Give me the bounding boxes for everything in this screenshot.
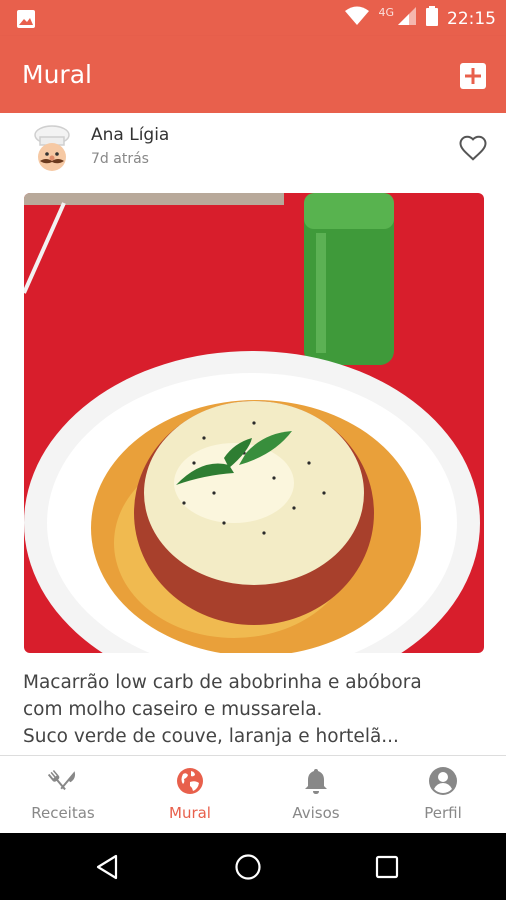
author-name[interactable]: Ana Lígia [91,125,169,145]
status-bar: 4G 22:15 [0,0,506,36]
post-header: Ana Lígia 7d atrás [0,113,506,183]
home-circle-icon [235,854,261,880]
bottom-nav: Receitas Mural Avisos Perfil [0,755,506,834]
battery-icon [426,6,438,31]
feed[interactable]: Ana Lígia 7d atrás Macarrão low carb de … [0,113,506,755]
recents-square-icon [375,855,399,879]
nav-label: Avisos [292,804,340,822]
fork-knife-icon [48,770,76,791]
wifi-icon [345,6,370,31]
system-nav-bar [0,833,506,900]
app-bar: Mural [0,36,506,113]
back-button[interactable] [94,853,122,881]
nav-label: Receitas [31,804,95,822]
nav-item-avisos[interactable]: Avisos [253,756,379,834]
nav-label: Mural [169,804,211,822]
post-time: 7d atrás [91,151,149,167]
avatar[interactable] [26,123,78,175]
like-button[interactable] [458,133,488,163]
add-box-icon [460,63,486,89]
bell-icon [305,769,327,794]
globe-icon [177,768,203,794]
nav-item-mural[interactable]: Mural [127,756,253,834]
nav-item-receitas[interactable]: Receitas [0,756,126,834]
signal-icon [397,6,417,31]
add-post-button[interactable] [460,63,486,89]
back-triangle-icon [96,854,118,880]
image-icon [16,9,36,33]
clock: 22:15 [447,8,496,29]
page-title: Mural [22,60,92,89]
nav-item-perfil[interactable]: Perfil [380,756,506,834]
recents-button[interactable] [373,853,401,881]
post-caption: Macarrão low carb de abobrinha e abóbora… [23,672,422,747]
account-circle-icon [429,767,457,795]
home-button[interactable] [234,853,262,881]
heart-icon [459,135,487,161]
nav-label: Perfil [424,804,462,822]
post-photo[interactable] [24,193,484,653]
network-label: 4G [378,6,394,19]
